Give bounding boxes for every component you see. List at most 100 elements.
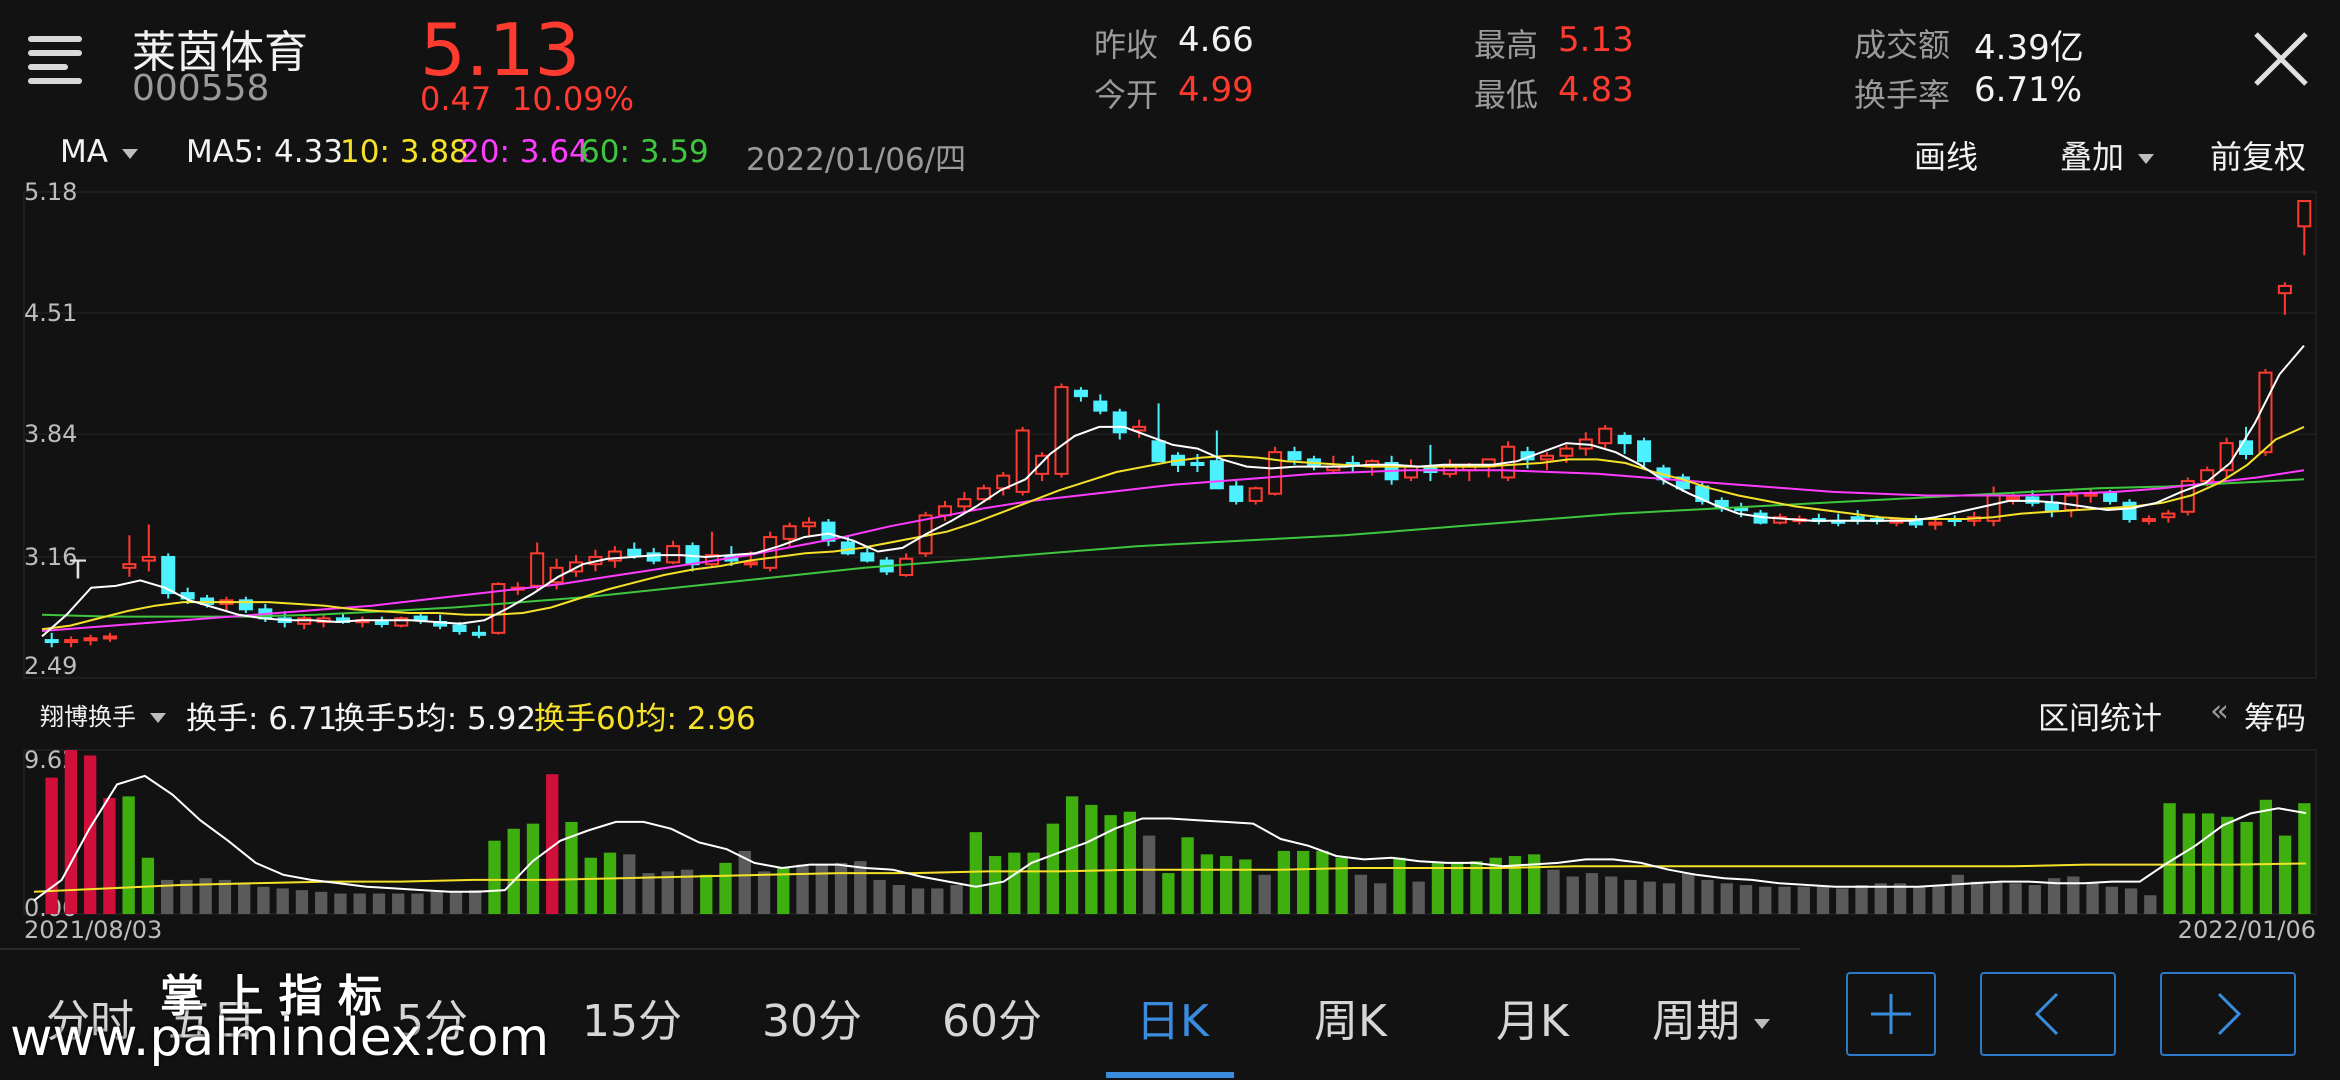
turnover-bar — [1913, 886, 1926, 914]
chips-button[interactable]: 筹码 — [2244, 693, 2306, 738]
watermark-url: www.palmindex.com — [10, 1008, 550, 1068]
turnover-bar — [1836, 888, 1849, 914]
candle-body — [83, 637, 98, 642]
candle-body — [2277, 284, 2292, 295]
candle-body — [2005, 496, 2021, 501]
chevron-right-icon — [2217, 992, 2242, 1036]
prev-button[interactable] — [1980, 972, 2116, 1056]
prev-close-label: 昨收 — [1094, 26, 1159, 64]
candle-body — [1093, 400, 1108, 412]
candle-body — [2141, 518, 2156, 523]
ma-line-ma60 — [41, 478, 2305, 618]
tab-10[interactable]: 周期 — [1652, 985, 1770, 1049]
turnover-bar — [2144, 895, 2157, 914]
candle-body — [2083, 492, 2098, 497]
candle-body — [802, 521, 817, 528]
tab-7[interactable]: 日K — [1136, 985, 1209, 1049]
add-button[interactable] — [1846, 972, 1936, 1056]
turnover-bar — [1701, 879, 1714, 914]
price-change: 0.47 — [420, 80, 492, 118]
turnover-bar — [1778, 886, 1791, 914]
turnover-bar — [2259, 799, 2273, 914]
tab-8[interactable]: 周K — [1314, 985, 1387, 1049]
turnover-bar — [815, 864, 828, 914]
turnover-bar — [700, 874, 713, 914]
candle-body — [821, 521, 836, 542]
menu-icon[interactable] — [28, 28, 82, 92]
turnover-bar — [969, 832, 982, 914]
turnover-bar — [1585, 873, 1599, 914]
range-stats-button[interactable]: 区间统计 — [2038, 693, 2162, 738]
candle-body — [141, 555, 156, 562]
price-change-pct: 10.09% — [512, 80, 635, 118]
turnover-bar — [873, 879, 886, 914]
tab-9[interactable]: 月K — [1496, 985, 1569, 1049]
turnover-bar — [1374, 883, 1387, 914]
candle-body — [899, 557, 914, 577]
ma10-value: 10: 3.88 — [340, 134, 469, 170]
next-button[interactable] — [2160, 972, 2296, 1056]
draw-line-button[interactable]: 画线 — [1914, 132, 1978, 178]
stock-code: 000558 — [132, 68, 270, 109]
tab-4[interactable]: 15分 — [582, 985, 682, 1049]
turnover-bar — [1566, 876, 1579, 914]
turnover-bar — [430, 891, 443, 914]
close-icon[interactable] — [2252, 30, 2310, 88]
turnover-chart[interactable]: 9.620.002021/08/032022/01/06 — [0, 736, 2340, 946]
amount-label: 成交额 — [1854, 26, 1951, 64]
candle-body — [2103, 492, 2118, 502]
adjust-button[interactable]: 前复权 — [2210, 132, 2306, 178]
turnover-bar — [1142, 835, 1156, 914]
turnover-label: 换手率 — [1854, 76, 1951, 114]
candle-body — [1617, 434, 1632, 445]
candle-body — [1151, 440, 1166, 463]
tab-6[interactable]: 60分 — [942, 985, 1042, 1049]
turnover-bar — [469, 890, 482, 914]
turnover-bar — [623, 854, 636, 914]
candle-body — [471, 631, 486, 636]
tab-5[interactable]: 30分 — [762, 985, 862, 1049]
y-tick-label: 3.84 — [24, 420, 77, 448]
turnover-bar — [1162, 873, 1175, 914]
candle-body — [1112, 411, 1127, 434]
candle-body — [1287, 451, 1302, 461]
turnover-bar — [854, 861, 867, 914]
turnover-bar — [1662, 883, 1676, 914]
turnover-bar — [1123, 811, 1137, 914]
candle-body — [1209, 460, 1224, 490]
candle-body — [1928, 521, 1943, 526]
turnover-bar — [257, 886, 270, 914]
candle-body — [102, 635, 117, 640]
candle-body — [782, 525, 797, 540]
ma-selector[interactable]: MA — [60, 134, 138, 170]
turnover-bar — [1990, 881, 2003, 914]
turnover-bar — [1643, 881, 1656, 914]
turnover-bar — [2124, 888, 2138, 914]
candle-body — [2297, 200, 2312, 228]
candle-body — [957, 498, 972, 508]
turnover-bar — [295, 890, 309, 914]
turnover-bar — [122, 796, 135, 914]
candle-body — [1539, 454, 1554, 461]
turnover-bar — [1431, 862, 1445, 914]
turnover-bar — [507, 828, 520, 914]
turnover-bar — [2086, 883, 2099, 914]
turnover-bar — [1258, 874, 1271, 914]
indicator-selector[interactable]: 翔博换手 — [40, 697, 166, 732]
turnover-bar — [1239, 859, 1252, 914]
overlay-button[interactable]: 叠加 — [2060, 132, 2154, 178]
amount-value: 4.39亿 — [1974, 28, 2084, 68]
turnover-bar — [2028, 885, 2041, 914]
plus-icon — [1871, 994, 1911, 1034]
turnover-bar — [2009, 883, 2022, 914]
ma-line-ma5 — [41, 344, 2305, 638]
turnover-bar — [911, 888, 925, 914]
turnover-bar — [1277, 850, 1291, 914]
y-tick-label: 2.49 — [24, 652, 77, 680]
candle-body — [530, 552, 545, 587]
turnover-bar — [1470, 861, 1483, 914]
candlestick-chart[interactable]: 5.184.513.843.162.49T — [0, 178, 2340, 684]
candle-body — [1404, 465, 1419, 479]
turnover-ma60-indicator: 换手60均: 2.96 — [534, 701, 756, 737]
turnover-bar — [1046, 823, 1060, 914]
